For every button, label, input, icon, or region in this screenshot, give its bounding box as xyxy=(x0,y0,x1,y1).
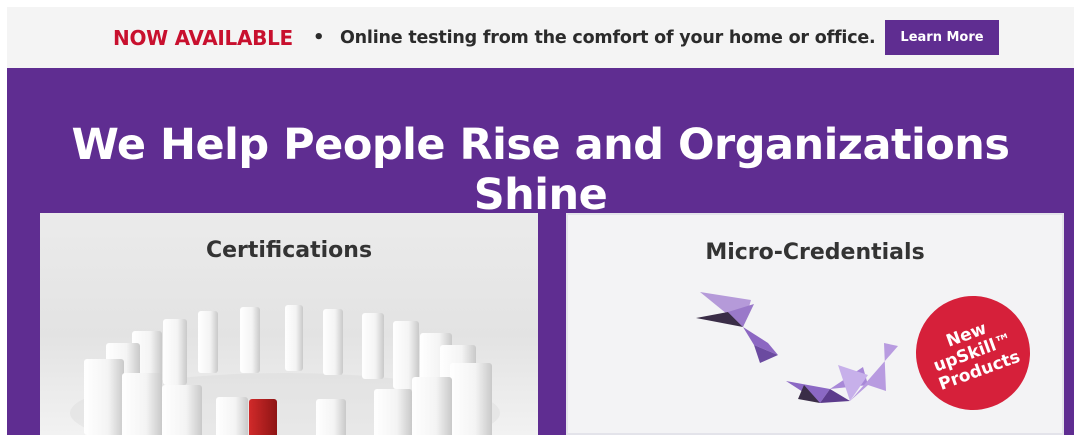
announcement-status: NOW AVAILABLE xyxy=(113,26,293,50)
certifications-card[interactable]: Certifications xyxy=(40,213,538,435)
micro-credentials-card[interactable]: Micro-Credentials New upSkill™ Products xyxy=(566,213,1064,435)
certifications-title: Certifications xyxy=(205,238,373,263)
hero-section: We Help People Rise and Organizations Sh… xyxy=(7,68,1074,435)
hero-title: We Help People Rise and Organizations Sh… xyxy=(71,120,1011,220)
micro-credentials-title: Micro-Credentials xyxy=(705,240,925,265)
learn-more-button[interactable]: Learn More xyxy=(885,20,999,55)
announcement-separator: • xyxy=(313,27,325,48)
announcement-bar: NOW AVAILABLE • Online testing from the … xyxy=(7,7,1074,68)
page: NOW AVAILABLE • Online testing from the … xyxy=(0,0,1081,435)
announcement-message: Online testing from the comfort of your … xyxy=(340,28,876,48)
